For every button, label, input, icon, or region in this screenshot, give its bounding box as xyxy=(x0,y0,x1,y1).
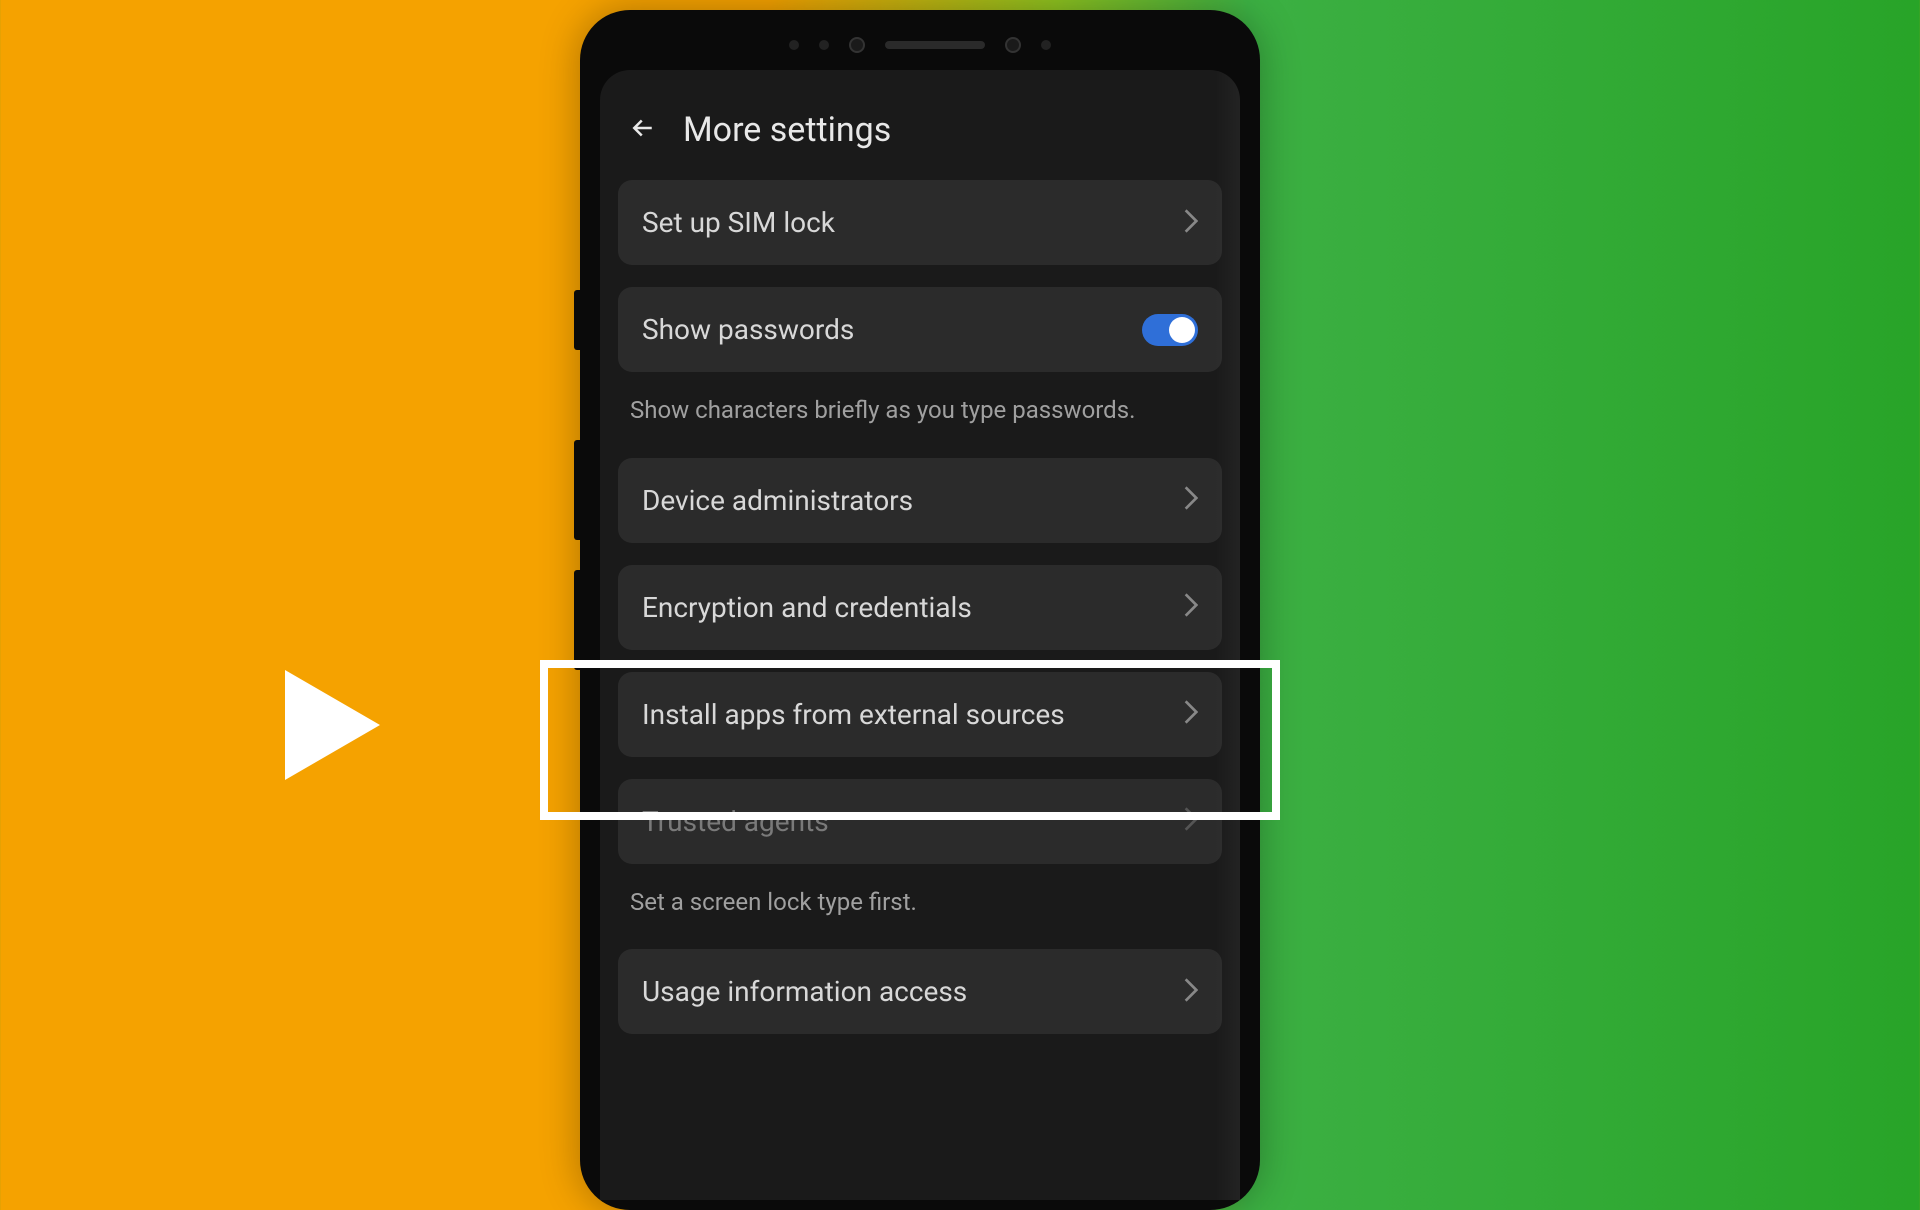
phone-side-button xyxy=(574,290,580,350)
chevron-right-icon xyxy=(1184,978,1198,1006)
setting-label: Show passwords xyxy=(642,313,854,346)
setting-label: Usage information access xyxy=(642,975,967,1008)
phone-screen: More settings Set up SIM lock Show passw… xyxy=(600,70,1240,1200)
play-icon xyxy=(285,670,380,780)
phone-frame: More settings Set up SIM lock Show passw… xyxy=(580,10,1260,1210)
page-header: More settings xyxy=(618,95,1222,180)
setting-encryption-credentials[interactable]: Encryption and credentials xyxy=(618,565,1222,650)
setting-description: Show characters briefly as you type pass… xyxy=(618,394,1222,458)
chevron-right-icon xyxy=(1184,209,1198,237)
setting-device-administrators[interactable]: Device administrators xyxy=(618,458,1222,543)
phone-sensors xyxy=(600,30,1240,70)
setting-sim-lock[interactable]: Set up SIM lock xyxy=(618,180,1222,265)
highlight-box xyxy=(540,660,1280,820)
setting-label: Encryption and credentials xyxy=(642,591,972,624)
setting-label: Device administrators xyxy=(642,484,913,517)
page-title: More settings xyxy=(683,110,891,150)
setting-show-passwords[interactable]: Show passwords xyxy=(618,287,1222,372)
toggle-switch[interactable] xyxy=(1142,314,1198,346)
chevron-right-icon xyxy=(1184,593,1198,621)
setting-usage-information-access[interactable]: Usage information access xyxy=(618,949,1222,1034)
phone-side-button xyxy=(574,570,580,670)
setting-description: Set a screen lock type first. xyxy=(618,886,1222,950)
phone-side-button xyxy=(574,440,580,540)
toggle-knob xyxy=(1169,317,1195,343)
chevron-right-icon xyxy=(1184,486,1198,514)
back-arrow-icon[interactable] xyxy=(628,113,658,147)
setting-label: Set up SIM lock xyxy=(642,206,835,239)
